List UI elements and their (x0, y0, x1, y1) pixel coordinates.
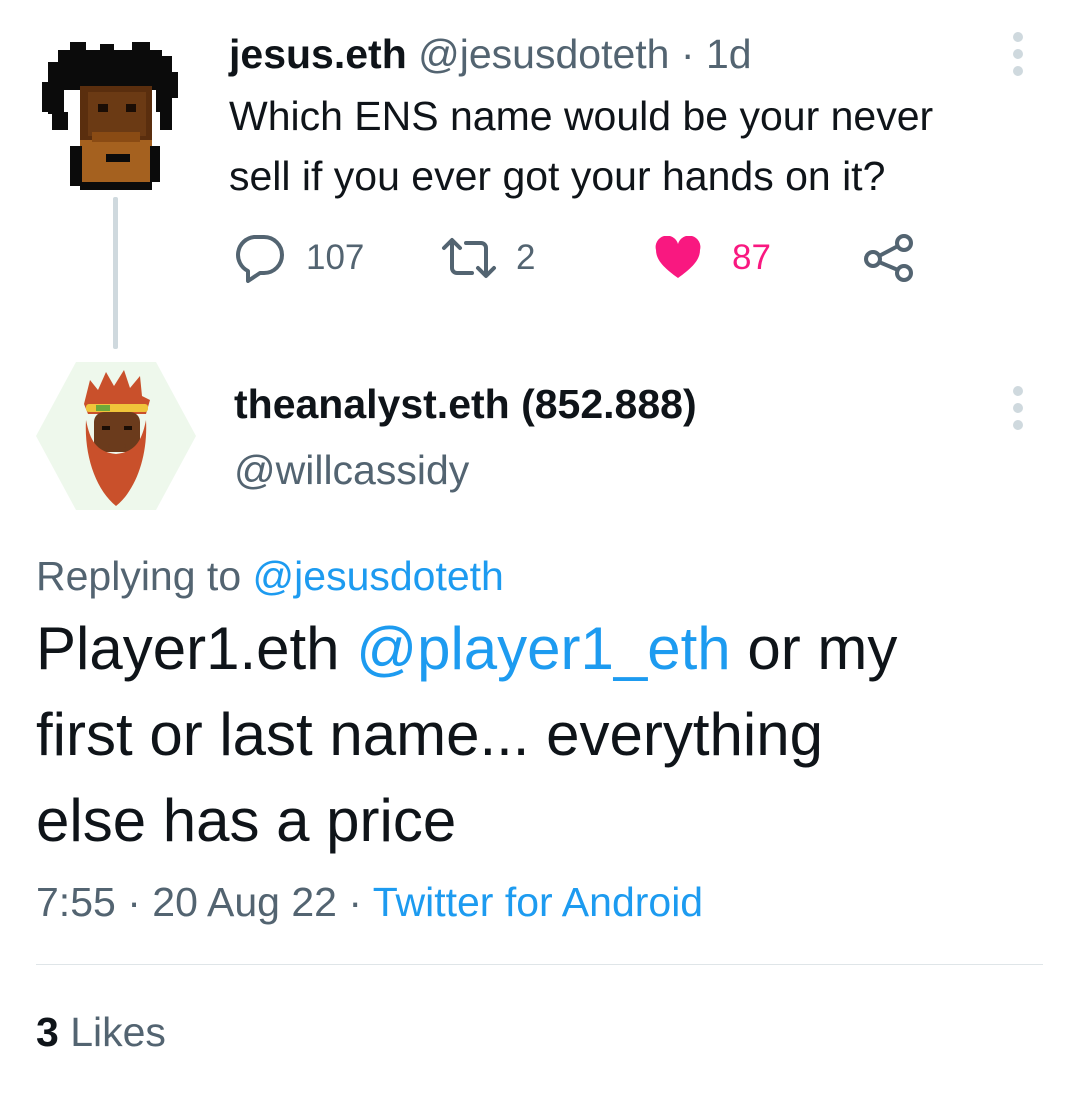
replying-to: Replying to @jesusdoteth (36, 552, 504, 600)
parent-action-bar: 107 2 87 (0, 230, 1077, 286)
parent-header-separator: · (680, 31, 695, 77)
retweet-count: 2 (516, 238, 536, 277)
retweet-icon (442, 238, 496, 278)
reply-text-part-2: or my (747, 615, 898, 682)
parent-more-options-icon[interactable] (1010, 30, 1026, 78)
likes-count: 3 (36, 1009, 59, 1055)
tweet-metadata: 7:55 · 20 Aug 22 · Twitter for Android (36, 878, 703, 926)
replying-to-handle-link[interactable]: @jesusdoteth (253, 553, 504, 599)
meta-separator-2: · (348, 879, 363, 925)
heart-filled-icon (655, 236, 701, 278)
likes-label: Likes (70, 1009, 166, 1055)
reply-text-part-1: Player1.eth (36, 615, 340, 682)
parent-text-line-1: Which ENS name would be your never (229, 93, 934, 139)
retweet-button[interactable]: 2 (440, 230, 535, 286)
pixel-art-avatar-icon (42, 42, 178, 190)
parent-handle[interactable]: @jesusdoteth (418, 31, 669, 77)
theanalyst-avatar[interactable] (36, 360, 196, 512)
tweet-time[interactable]: 7:55 (36, 879, 116, 925)
reply-text-line-1: Player1.eth @player1_eth or my (36, 606, 1036, 692)
like-count: 87 (732, 238, 771, 277)
parent-display-name[interactable]: jesus.eth (229, 31, 407, 77)
tweet-source-link[interactable]: Twitter for Android (373, 879, 703, 925)
like-button[interactable]: 87 (654, 230, 771, 286)
parent-time-ago[interactable]: 1d (706, 31, 752, 77)
jesus-eth-avatar[interactable] (40, 42, 180, 194)
meta-separator-1: · (127, 879, 141, 925)
reply-button[interactable]: 107 (232, 230, 364, 286)
reply-count: 107 (306, 238, 365, 277)
reply-handle[interactable]: @willcassidy (234, 446, 469, 494)
parent-text-line-2: sell if you ever got your hands on it? (229, 153, 886, 199)
parent-tweet-text: Which ENS name would be your never sell … (229, 86, 1019, 206)
reply-icon (236, 235, 284, 283)
reply-text-line-3: else has a price (36, 787, 457, 854)
share-button[interactable] (862, 230, 916, 286)
share-icon (864, 234, 913, 282)
divider (36, 964, 1043, 965)
mention-link[interactable]: @player1_eth (356, 615, 730, 682)
reply-display-name[interactable]: theanalyst.eth (852.888) (234, 380, 697, 428)
replying-to-label: Replying to (36, 553, 242, 599)
reply-text-line-2: first or last name... everything (36, 701, 823, 768)
reply-tweet-text: Player1.eth @player1_eth or my first or … (36, 606, 1036, 864)
parent-tweet-header: jesus.eth @jesusdoteth · 1d (229, 30, 752, 78)
reply-more-options-icon[interactable] (1010, 384, 1026, 432)
bearded-man-avatar-icon (36, 362, 196, 510)
tweet-date[interactable]: 20 Aug 22 (152, 879, 337, 925)
likes-summary[interactable]: 3 Likes (36, 1008, 166, 1056)
